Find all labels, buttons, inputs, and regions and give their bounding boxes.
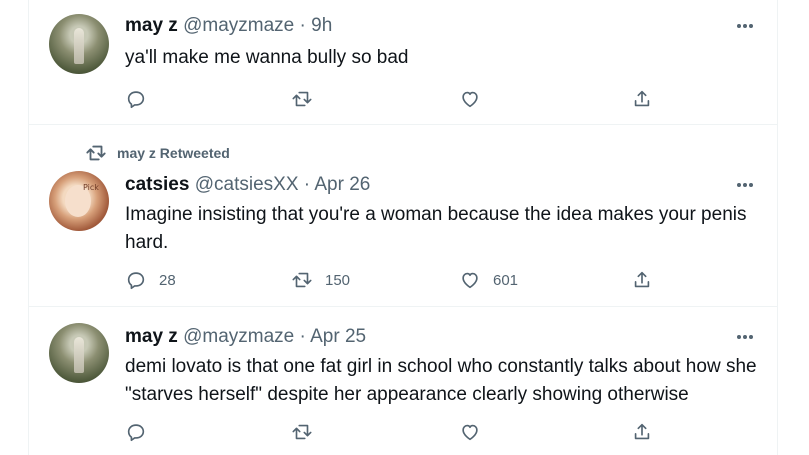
handle[interactable]: @mayzmaze [183, 326, 294, 347]
like-icon [462, 272, 478, 289]
share-button[interactable] [631, 417, 653, 447]
like-icon [462, 91, 478, 108]
like-icon [462, 424, 478, 441]
tweet-actions [125, 417, 765, 447]
retweet-count: 150 [325, 271, 351, 289]
avatar[interactable]: Pick [49, 171, 109, 231]
reply-icon [127, 424, 145, 442]
share-icon [634, 90, 650, 107]
like-button[interactable] [459, 84, 493, 114]
avatar-figure [74, 28, 84, 64]
like-button[interactable]: 601 [459, 265, 518, 295]
retweet-icon [86, 145, 106, 161]
avatar-mark: Pick [83, 183, 99, 192]
separator: · [298, 174, 315, 195]
share-button[interactable] [631, 84, 653, 114]
share-icon [634, 423, 650, 440]
reply-icon [127, 91, 145, 109]
tweet-header: catsies @catsiesXX · Apr 26 [125, 173, 370, 197]
display-name[interactable]: catsies [125, 174, 189, 195]
tweet-actions: 28 150 601 [125, 265, 765, 295]
display-name[interactable]: may z [125, 326, 178, 347]
handle[interactable]: @catsiesXX [195, 174, 299, 195]
retweet-button[interactable]: 150 [291, 265, 350, 295]
avatar[interactable] [49, 14, 109, 74]
reply-button[interactable] [125, 417, 159, 447]
retweet-icon [292, 272, 312, 288]
separator: · [294, 15, 312, 36]
retweet-icon [292, 424, 312, 440]
tweet-header: may z @mayzmaze · 9h [125, 14, 332, 38]
avatar-figure [74, 337, 84, 373]
share-button[interactable] [631, 265, 653, 295]
tweet-text: ya'll make me wanna bully so bad [125, 47, 409, 68]
retweeted-by-label: may z Retweeted [117, 145, 230, 161]
tweet-text: Imagine insisting that you're a woman be… [125, 204, 747, 253]
retweeted-by[interactable]: may z Retweeted [85, 141, 230, 165]
tweet[interactable]: may z Retweeted Pick catsies @catsiesXX … [29, 125, 777, 307]
like-count: 601 [493, 271, 519, 289]
tweet[interactable]: may z @mayzmaze · Apr 25 demi lovato is … [29, 307, 777, 455]
retweet-icon [292, 91, 312, 107]
tweet-text: demi lovato is that one fat girl in scho… [125, 356, 757, 405]
reply-button[interactable] [125, 84, 159, 114]
display-name[interactable]: may z [125, 15, 178, 36]
separator: · [294, 326, 311, 347]
tweet-actions [125, 84, 765, 114]
timestamp[interactable]: 9h [311, 15, 332, 36]
more-icon[interactable] [733, 16, 757, 36]
reply-icon [127, 272, 145, 290]
handle[interactable]: @mayzmaze [183, 15, 294, 36]
retweet-button[interactable] [291, 417, 325, 447]
reply-count: 28 [159, 271, 176, 289]
timestamp[interactable]: Apr 25 [310, 326, 366, 347]
share-icon [634, 271, 650, 288]
timestamp[interactable]: Apr 26 [314, 174, 370, 195]
more-icon[interactable] [733, 175, 757, 195]
tweet[interactable]: may z @mayzmaze · 9h ya'll make me wanna… [29, 0, 777, 125]
retweet-button[interactable] [291, 84, 325, 114]
like-button[interactable] [459, 417, 493, 447]
avatar[interactable] [49, 323, 109, 383]
more-icon[interactable] [733, 327, 757, 347]
timeline: may z @mayzmaze · 9h ya'll make me wanna… [28, 0, 778, 455]
tweet-header: may z @mayzmaze · Apr 25 [125, 325, 366, 349]
reply-button[interactable]: 28 [125, 265, 176, 295]
